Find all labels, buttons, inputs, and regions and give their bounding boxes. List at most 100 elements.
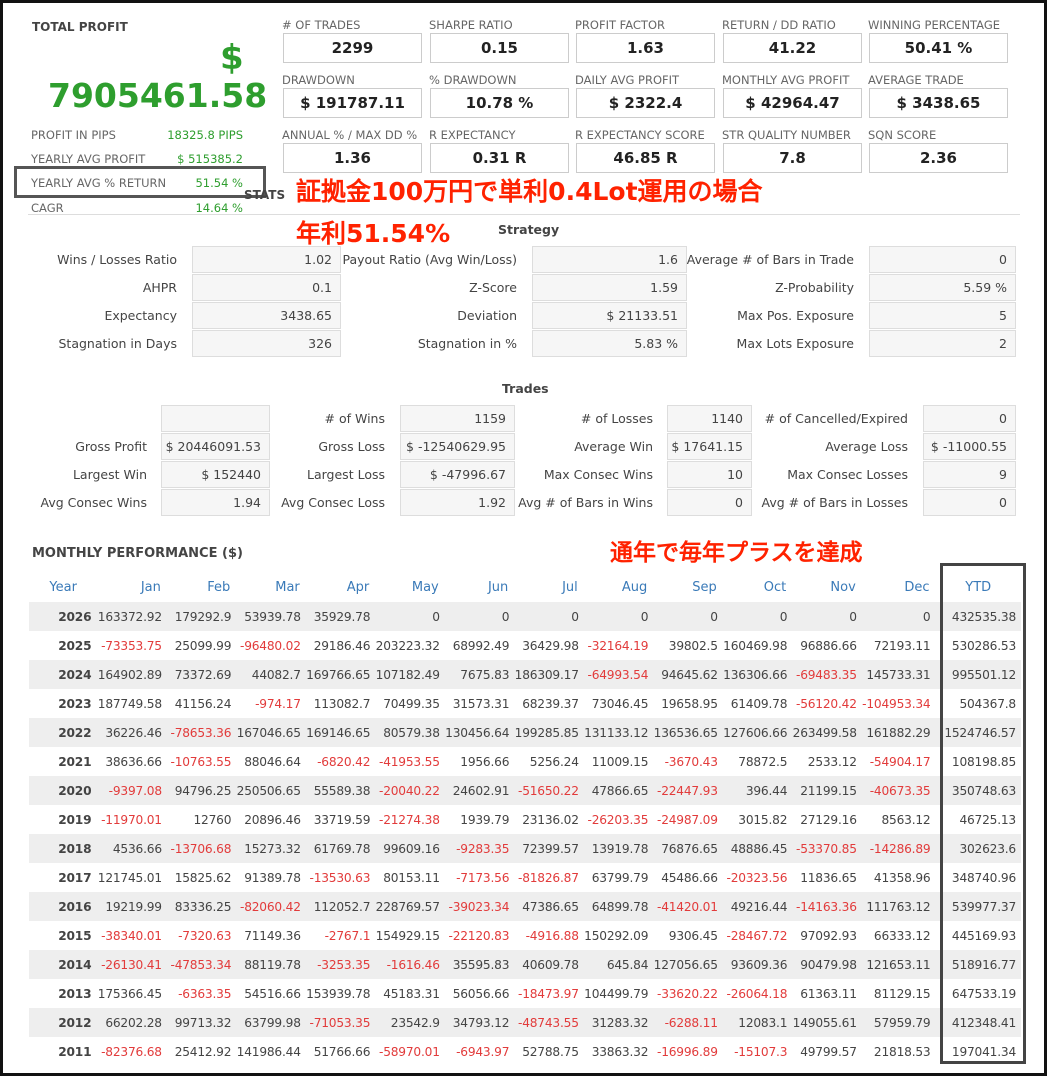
column-header[interactable]: Jun <box>445 573 515 602</box>
month-cell: 11836.65 <box>792 863 862 892</box>
month-cell: 19219.99 <box>97 892 167 921</box>
month-cell: -7320.63 <box>166 921 237 950</box>
month-cell: -64993.54 <box>583 660 654 689</box>
year-cell: 2022 <box>29 718 98 747</box>
left-stat-row: CAGR 14.64 % <box>31 201 243 215</box>
month-cell: 179292.9 <box>166 602 237 631</box>
trades-stat-value: 10 <box>667 461 752 488</box>
month-cell: 111763.12 <box>861 892 936 921</box>
strategy-stat-label: Z-Score <box>469 280 517 295</box>
column-header[interactable]: Nov <box>792 573 862 602</box>
table-row: 2024 164902.89 73372.69 44082.7 169766.65 107… <box>29 660 1021 689</box>
column-header[interactable]: Oct <box>723 573 793 602</box>
table-row: 2013 175366.45 -6363.35 54516.66 153939.78 45… <box>29 979 1021 1008</box>
month-cell: 90479.98 <box>792 950 862 979</box>
column-header[interactable]: Mar <box>236 573 306 602</box>
metric-value: $ 42964.47 <box>723 88 862 118</box>
month-cell: 35595.83 <box>444 950 515 979</box>
year-cell: 2011 <box>29 1037 98 1066</box>
table-row: 2012 66202.28 99713.32 63799.98 -71053.35 235… <box>29 1008 1021 1037</box>
month-cell: -53370.85 <box>792 834 862 863</box>
column-header[interactable]: Dec <box>862 573 936 602</box>
stats-label: STATS <box>244 188 286 202</box>
year-cell: 2018 <box>29 834 98 863</box>
month-cell: -3253.35 <box>305 950 376 979</box>
month-cell: -11970.01 <box>97 805 167 834</box>
metric-value: 1.36 <box>283 143 422 173</box>
table-row: 2017 121745.01 15825.62 91389.78 -13530.63 80… <box>29 863 1021 892</box>
trades-stat-label: Gross Loss <box>318 439 385 454</box>
month-cell: 8563.12 <box>861 805 936 834</box>
month-cell: 228769.57 <box>375 892 445 921</box>
month-cell: -47853.34 <box>166 950 237 979</box>
metric-label: ANNUAL % / MAX DD % <box>282 128 418 142</box>
month-cell: 107182.49 <box>375 660 445 689</box>
column-header[interactable]: Feb <box>167 573 236 602</box>
strategy-stat-label: Stagnation in Days <box>58 336 178 351</box>
trades-stat-value: 0 <box>923 489 1016 516</box>
month-cell: 0 <box>583 602 654 631</box>
column-header[interactable]: May <box>375 573 445 602</box>
metric-label: R EXPECTANCY <box>429 128 516 142</box>
column-header[interactable]: Aug <box>584 573 654 602</box>
year-cell: 2020 <box>29 776 98 805</box>
month-cell: 13919.78 <box>583 834 654 863</box>
month-cell: 39802.5 <box>653 631 723 660</box>
month-cell: -22447.93 <box>653 776 723 805</box>
month-cell: 12760 <box>166 805 237 834</box>
trades-stat-label: Largest Loss <box>307 467 385 482</box>
month-cell: 47866.65 <box>583 776 654 805</box>
month-cell: 263499.58 <box>792 718 862 747</box>
month-cell: -14286.89 <box>861 834 936 863</box>
month-cell: 88119.78 <box>236 950 306 979</box>
trades-stat-value: $ 152440 <box>161 461 270 488</box>
metric-value: 0.31 R <box>430 143 569 173</box>
metric-value: 2.36 <box>869 143 1008 173</box>
month-cell: 2533.12 <box>792 747 862 776</box>
month-cell: 34793.12 <box>444 1008 515 1037</box>
month-cell: -20323.56 <box>722 863 793 892</box>
column-header[interactable]: Jan <box>97 573 167 602</box>
month-cell: -13706.68 <box>166 834 237 863</box>
month-cell: 71149.36 <box>236 921 306 950</box>
metric-label: PROFIT FACTOR <box>575 18 665 32</box>
year-cell: 2023 <box>29 689 98 718</box>
month-cell: 167046.65 <box>236 718 306 747</box>
month-cell: 38636.66 <box>97 747 167 776</box>
metric-label: STR QUALITY NUMBER <box>722 128 851 142</box>
year-cell: 2025 <box>29 631 98 660</box>
month-cell: 80153.11 <box>375 863 445 892</box>
month-cell: 23542.9 <box>375 1008 445 1037</box>
table-row: 2014 -26130.41 -47853.34 88119.78 -3253.35 -1… <box>29 950 1021 979</box>
month-cell: -48743.55 <box>514 1008 584 1037</box>
metric-label: DAILY AVG PROFIT <box>575 73 680 87</box>
table-row: 2023 187749.58 41156.24 -974.17 113082.7 7049… <box>29 689 1021 718</box>
month-cell: 127606.66 <box>722 718 793 747</box>
trades-stat-value <box>161 405 270 432</box>
column-header[interactable]: Jul <box>514 573 584 602</box>
left-stat-row: YEARLY AVG PROFIT $ 515385.2 <box>31 152 243 166</box>
column-header[interactable]: Apr <box>306 573 376 602</box>
month-cell: 150292.09 <box>583 921 654 950</box>
trades-stat-value: 1.92 <box>400 489 515 516</box>
column-header[interactable]: Sep <box>653 573 723 602</box>
month-cell: 141986.44 <box>236 1037 306 1066</box>
month-cell: -71053.35 <box>305 1008 376 1037</box>
strategy-stat-value: 3438.65 <box>192 302 341 329</box>
month-cell: 54516.66 <box>236 979 306 1008</box>
metric-value: 2299 <box>283 33 422 63</box>
strategy-stat-label: Payout Ratio (Avg Win/Loss) <box>342 252 517 267</box>
total-profit-value: 7905461.58 <box>48 76 268 115</box>
year-cell: 2017 <box>29 863 98 892</box>
month-cell: 3015.82 <box>722 805 793 834</box>
table-row: 2021 38636.66 -10763.55 88046.64 -6820.42 -41… <box>29 747 1021 776</box>
month-cell: -58970.01 <box>375 1037 445 1066</box>
strategy-stat-label: Z-Probability <box>775 280 854 295</box>
table-row: 2011 -82376.68 25412.92 141986.44 51766.66 -5… <box>29 1037 1021 1066</box>
month-cell: 25412.92 <box>166 1037 237 1066</box>
month-cell: -14163.36 <box>792 892 862 921</box>
month-cell: 56056.66 <box>444 979 515 1008</box>
column-header[interactable]: Year <box>29 573 97 602</box>
metric-label: RETURN / DD RATIO <box>722 18 836 32</box>
metric-label: R EXPECTANCY SCORE <box>575 128 705 142</box>
